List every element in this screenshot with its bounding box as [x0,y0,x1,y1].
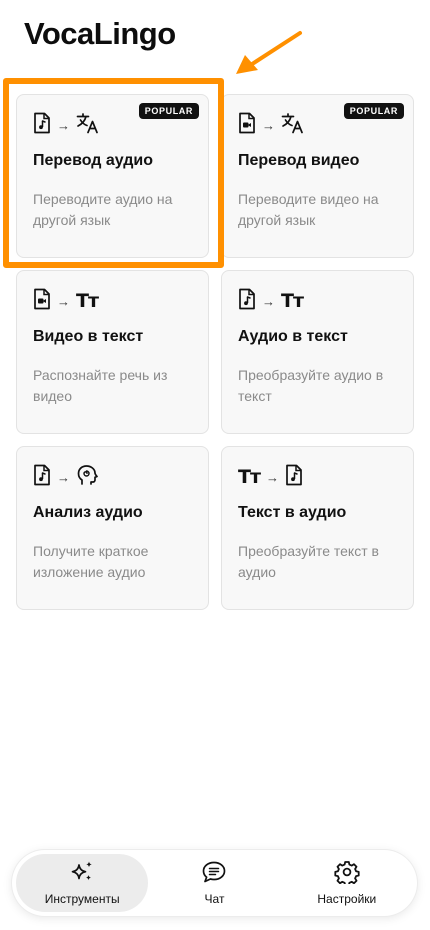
card-audio-analysis[interactable]: → Анализ аудио Получите краткое изложени… [16,446,209,610]
card-audio-to-text[interactable]: → Tт Аудио в текст Преобразуйте аудио в … [221,270,414,434]
card-description: Получите краткое изложение аудио [33,543,149,580]
card-description: Переводите видео на другой язык [238,191,379,228]
audio-file-icon [33,112,51,139]
sparkles-icon [69,860,95,889]
popular-badge: POPULAR [138,103,199,119]
card-text-to-audio[interactable]: Tт → Текст в аудио Преобразуйте текст в … [221,446,414,610]
card-description: Распознайте речь из видео [33,367,168,404]
card-title: Анализ аудио [33,504,143,521]
audio-file-icon [238,288,256,315]
nav-label: Инструменты [44,892,120,906]
nav-label: Настройки [317,892,377,906]
video-file-icon [33,288,51,315]
card-description: Преобразуйте текст в аудио [238,543,379,580]
audio-file-icon [285,464,303,491]
card-video-to-text[interactable]: → Tт Видео в текст Распознайте речь из в… [16,270,209,434]
arrow-right-icon: → [57,469,70,485]
text-tt-icon: Tт [76,289,99,312]
translate-icon [76,112,100,139]
translate-icon [281,112,305,139]
chat-bubble-icon [201,860,227,889]
gear-icon [334,860,360,889]
card-description: Преобразуйте аудио в текст [238,367,384,404]
nav-tab-settings[interactable]: Настройки [281,854,413,912]
bottom-nav: Инструменты Чат Настройки [12,850,417,916]
head-analysis-icon [76,464,98,491]
card-audio-translation[interactable]: POPULAR → Перевод аудио Переводите аудио… [16,94,209,258]
card-title: Перевод аудио [33,152,154,169]
card-title: Видео в текст [33,328,144,345]
video-file-icon [238,112,256,139]
card-title: Перевод видео [238,152,360,169]
nav-tab-tools[interactable]: Инструменты [16,854,149,912]
orange-pointer-arrow [236,31,302,74]
text-tt-icon: Tт [281,289,304,312]
text-tt-icon: Tт [238,465,261,488]
popular-badge: POPULAR [343,103,404,119]
card-description: Переводите аудио на другой язык [33,191,173,228]
card-title: Текст в аудио [238,504,347,521]
nav-tab-chat[interactable]: Чат [148,854,280,912]
arrow-right-icon: → [57,117,70,133]
app-title: VocaLingo [24,16,176,51]
arrow-right-icon: → [262,117,275,133]
arrow-right-icon: → [262,293,275,309]
card-title: Аудио в текст [238,328,348,345]
nav-label: Чат [204,892,225,906]
card-video-translation[interactable]: POPULAR → Перевод видео Переводите видео… [221,94,414,258]
arrow-right-icon: → [57,293,70,309]
audio-file-icon [33,464,51,491]
arrow-right-icon: → [265,469,279,485]
